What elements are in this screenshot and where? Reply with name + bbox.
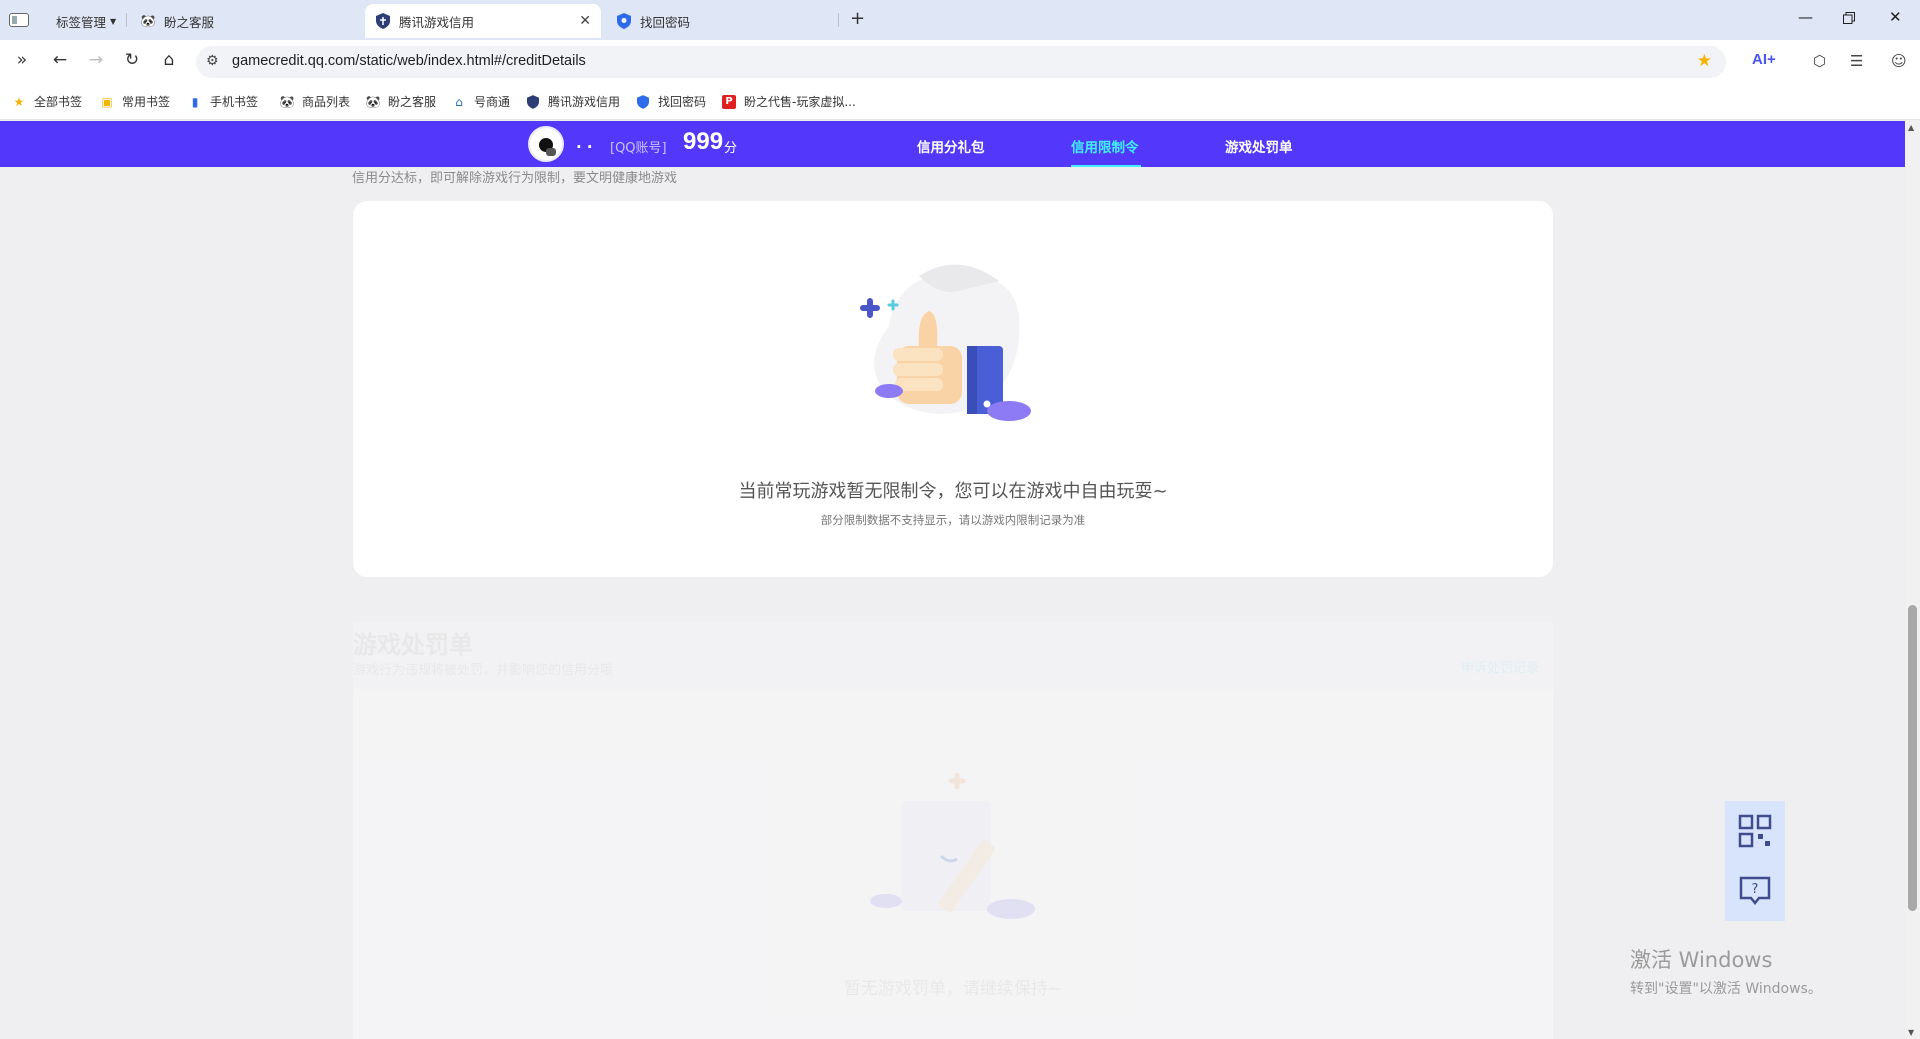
nav-credit-restriction[interactable]: 信用限制令 bbox=[1071, 136, 1139, 156]
bookmark-tencent-credit[interactable]: 腾讯游戏信用 bbox=[526, 93, 620, 110]
bookmark-label: 商品列表 bbox=[302, 95, 351, 109]
bookmark-product-list[interactable]: 🐼 商品列表 bbox=[280, 93, 350, 110]
page-viewport: . . [QQ账号] 999 分 信用分礼包 信用限制令 游戏处罚单 信用分达标… bbox=[0, 121, 1905, 1039]
shield-blue-icon bbox=[636, 94, 650, 109]
chevron-down-icon: ▼ bbox=[110, 16, 117, 26]
bookmark-label: 腾讯游戏信用 bbox=[548, 95, 621, 109]
bookmark-panzhi-sale[interactable]: P 盼之代售-玩家虚拟... bbox=[722, 93, 856, 110]
profile-icon[interactable]: ☺ bbox=[1891, 52, 1907, 70]
home-icon: ⌂ bbox=[455, 94, 463, 109]
panda-icon: 🐼 bbox=[140, 14, 156, 28]
scroll-down-icon[interactable]: ▼ bbox=[1908, 1028, 1914, 1037]
bookmark-label: 盼之代售-玩家虚拟... bbox=[744, 95, 856, 109]
avatar[interactable] bbox=[528, 126, 564, 162]
restriction-tip: 信用分达标，即可解除游戏行为限制，要文明健康地游戏 bbox=[352, 171, 678, 186]
bookmark-label: 常用书签 bbox=[122, 95, 171, 109]
bookmark-label: 手机书签 bbox=[210, 95, 259, 109]
bookmark-label: 全部书签 bbox=[34, 95, 83, 109]
shield-blue-icon bbox=[616, 13, 632, 29]
forward-icon[interactable]: → bbox=[84, 50, 108, 70]
tab-panzhi-service[interactable]: 🐼 盼之客服 bbox=[130, 4, 356, 38]
restore-icon[interactable] bbox=[1843, 10, 1855, 28]
media-list-icon[interactable]: ☰ bbox=[1850, 52, 1863, 70]
url-text[interactable]: gamecredit.qq.com/static/web/index.html#… bbox=[232, 53, 586, 69]
bookmark-common[interactable]: ▣ 常用书签 bbox=[100, 93, 170, 110]
address-bar[interactable]: ⚙ gamecredit.qq.com/static/web/index.htm… bbox=[196, 46, 1726, 78]
penalty-header: 游戏处罚单 游戏行为违规将被处罚，并影响您的信用分哦 申诉处罚记录 bbox=[353, 621, 1553, 689]
help-feedback-button[interactable]: ? bbox=[1725, 861, 1785, 921]
bookmark-all[interactable]: ★ 全部书签 bbox=[12, 93, 82, 110]
nav-game-penalty[interactable]: 游戏处罚单 bbox=[1225, 136, 1293, 156]
question-chat-icon: ? bbox=[1739, 876, 1771, 906]
watermark-line2: 转到"设置"以激活 Windows。 bbox=[1630, 981, 1822, 997]
reload-icon[interactable]: ↻ bbox=[120, 50, 144, 70]
tab-separator bbox=[838, 13, 839, 27]
penalty-subtitle: 游戏行为违规将被处罚，并影响您的信用分哦 bbox=[353, 663, 614, 678]
browser-toolbar: » ← → ↻ ⌂ ⚙ gamecredit.qq.com/static/web… bbox=[0, 40, 1920, 84]
qr-code-button[interactable] bbox=[1725, 801, 1785, 861]
new-tab-icon[interactable]: + bbox=[850, 8, 865, 29]
credit-score: 999 bbox=[683, 128, 724, 155]
tab-label: 盼之客服 bbox=[164, 14, 215, 30]
windows-activation-watermark: 激活 Windows 转到"设置"以激活 Windows。 bbox=[1630, 944, 1822, 998]
red-p-icon: P bbox=[722, 94, 736, 109]
home-icon[interactable]: ⌂ bbox=[157, 50, 181, 70]
page-scrollbar[interactable]: ▲ ▼ bbox=[1905, 121, 1920, 1039]
bookmarks-bar: ★ 全部书签 ▣ 常用书签 ▮ 手机书签 🐼 商品列表 🐼 盼之客服 ⌂ 号商通… bbox=[0, 84, 1920, 120]
bookmark-label: 号商通 bbox=[474, 95, 511, 109]
nickname: . . bbox=[576, 134, 593, 152]
ai-assistant-button[interactable]: AI+ bbox=[1752, 51, 1776, 68]
back-icon[interactable]: ← bbox=[48, 50, 72, 70]
tab-separator bbox=[126, 13, 127, 27]
tab-tencent-game-credit[interactable]: 腾讯游戏信用 ✕ bbox=[365, 4, 601, 38]
bookmark-panzhi-service[interactable]: 🐼 盼之客服 bbox=[366, 93, 436, 110]
expand-icon[interactable]: » bbox=[10, 50, 34, 70]
close-icon[interactable]: ✕ bbox=[579, 13, 591, 29]
sidebar-toggle-icon[interactable] bbox=[9, 13, 29, 27]
browser-tab-strip: 标签管理 ▼ 🐼 盼之客服 腾讯游戏信用 ✕ 找回密码 + — ✕ bbox=[0, 0, 1920, 40]
shield-icon bbox=[375, 13, 391, 29]
site-info-icon[interactable]: ⚙ bbox=[206, 53, 219, 69]
bookmark-label: 找回密码 bbox=[658, 95, 707, 109]
credit-score-unit: 分 bbox=[724, 141, 738, 156]
restriction-empty-note: 部分限制数据不支持显示，请以游戏内限制记录为准 bbox=[820, 513, 1086, 527]
panda-icon: 🐼 bbox=[365, 94, 381, 109]
bookmark-haoshangtong[interactable]: ⌂ 号商通 bbox=[452, 93, 510, 110]
phone-icon: ▮ bbox=[191, 94, 199, 109]
svg-text:?: ? bbox=[1752, 882, 1759, 897]
bookmark-find-password[interactable]: 找回密码 bbox=[636, 93, 706, 110]
bookmark-icon: ▣ bbox=[101, 94, 113, 109]
tab-find-password[interactable]: 找回密码 bbox=[606, 4, 836, 38]
tab-bookmark-manager[interactable]: 标签管理 ▼ bbox=[46, 4, 126, 38]
penalty-appeal-link[interactable]: 申诉处罚记录 bbox=[1461, 657, 1539, 676]
account-tag: [QQ账号] bbox=[610, 141, 667, 156]
active-tab-indicator bbox=[1071, 165, 1141, 167]
tab-label: 腾讯游戏信用 bbox=[399, 14, 475, 30]
minimize-icon[interactable]: — bbox=[1798, 8, 1813, 26]
site-header: . . [QQ账号] 999 分 信用分礼包 信用限制令 游戏处罚单 bbox=[0, 121, 1905, 167]
tab-label: 找回密码 bbox=[640, 14, 691, 30]
watermark-line1: 激活 Windows bbox=[1630, 948, 1773, 972]
extensions-icon[interactable]: ⬡ bbox=[1813, 52, 1826, 70]
star-icon: ★ bbox=[13, 94, 25, 109]
scrollbar-thumb[interactable] bbox=[1908, 605, 1917, 911]
thumbs-up-illustration bbox=[860, 264, 1031, 421]
penalty-section: 游戏处罚单 游戏行为违规将被处罚，并影响您的信用分哦 申诉处罚记录 暂无游戏罚单… bbox=[353, 621, 1553, 1039]
restriction-card: 当前常玩游戏暂无限制令，您可以在游戏中自由玩耍~ 部分限制数据不支持显示，请以游… bbox=[353, 201, 1553, 577]
penalty-empty-illustration bbox=[870, 772, 1035, 919]
shield-icon bbox=[526, 94, 540, 109]
penalty-empty-text: 暂无游戏罚单，请继续保持~ bbox=[843, 979, 1063, 999]
scroll-up-icon[interactable]: ▲ bbox=[1908, 123, 1914, 132]
qr-code-icon bbox=[1738, 814, 1772, 848]
bookmark-star-icon[interactable]: ★ bbox=[1697, 51, 1712, 71]
bookmark-label: 盼之客服 bbox=[388, 95, 437, 109]
nav-credit-gift[interactable]: 信用分礼包 bbox=[917, 136, 985, 156]
bookmark-mobile[interactable]: ▮ 手机书签 bbox=[188, 93, 258, 110]
tab-label: 标签管理 bbox=[56, 14, 107, 30]
penalty-title: 游戏处罚单 bbox=[353, 631, 473, 659]
close-window-icon[interactable]: ✕ bbox=[1889, 8, 1902, 26]
panda-icon: 🐼 bbox=[279, 94, 295, 109]
restriction-empty-title: 当前常玩游戏暂无限制令，您可以在游戏中自由玩耍~ bbox=[738, 481, 1168, 502]
